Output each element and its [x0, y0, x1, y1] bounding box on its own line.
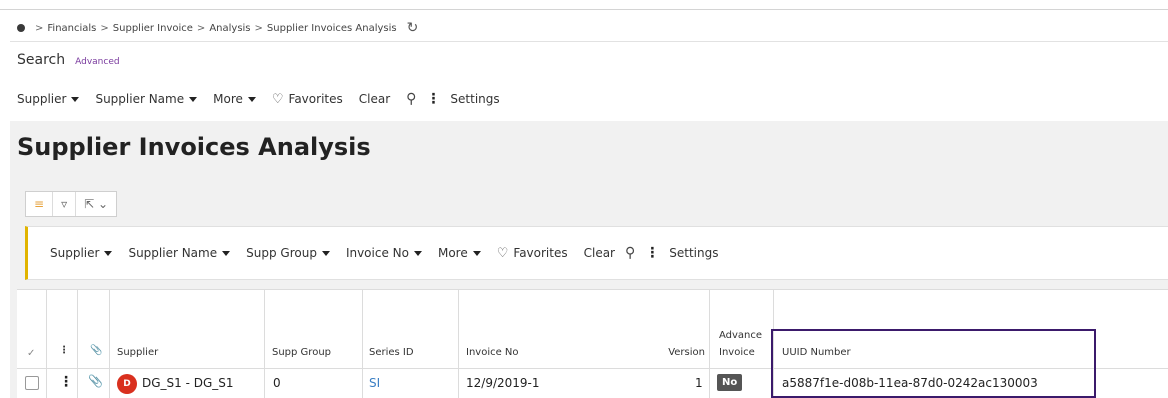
breadcrumb-item-financials[interactable]: Financials [47, 23, 96, 34]
table-filter-supplier-name-label: Supplier Name [128, 246, 218, 260]
table-filter-more-label: More [437, 246, 468, 260]
clear-button[interactable]: Clear [359, 92, 390, 106]
table-filter-supplier-label: Supplier [50, 246, 100, 260]
caret-down-icon [222, 250, 231, 256]
search-title: Search [17, 52, 66, 68]
table-filter-invoice-no-label: Invoice No [345, 246, 409, 260]
refresh-icon[interactable]: ↻ [407, 20, 419, 36]
page-title: Supplier Invoices Analysis [17, 133, 371, 161]
list-view-icon[interactable]: ≡ [26, 192, 54, 216]
search-icon[interactable]: ⚲ [406, 91, 416, 107]
filter-supplier-name[interactable]: Supplier Name [95, 92, 198, 106]
heart-icon: ♡ [496, 245, 509, 261]
breadcrumb: > Financials > Supplier Invoice > Analys… [17, 18, 418, 38]
avatar: D [117, 374, 137, 394]
header-advance-invoice-line2[interactable]: Invoice [719, 347, 755, 358]
heart-icon: ♡ [271, 91, 284, 107]
favorites-button[interactable]: ♡ Favorites [272, 92, 343, 107]
cell-series-id-link[interactable]: SI [369, 376, 380, 390]
breadcrumb-separator: > [100, 22, 109, 34]
caret-down-icon [71, 96, 80, 102]
filter-more[interactable]: More [213, 92, 256, 106]
header-supplier[interactable]: Supplier [117, 347, 158, 358]
settings-button[interactable]: Settings [450, 92, 499, 106]
breadcrumb-item-current: Supplier Invoices Analysis [266, 22, 397, 34]
breadcrumb-separator: > [254, 22, 263, 34]
divider [10, 41, 1168, 42]
select-all-check-icon[interactable]: ✓ [27, 348, 35, 359]
row-attachment-icon[interactable]: 📎 [88, 374, 103, 388]
status-badge: No [717, 374, 743, 391]
header-series-id[interactable]: Series ID [369, 347, 414, 358]
search-filter-bar: Supplier Supplier Name More ♡ Favorites C… [17, 89, 516, 109]
caret-down-icon [413, 250, 422, 256]
caret-down-icon [247, 96, 256, 102]
cell-version: 1 [695, 376, 703, 390]
cell-invoice-no: 12/9/2019-1 [466, 376, 540, 390]
caret-down-icon [472, 250, 481, 256]
breadcrumb-item-supplier-invoice[interactable]: Supplier Invoice [113, 23, 193, 34]
table-toolbar: ≡ ▿ ⇱ ⌄ [25, 191, 118, 217]
header-version[interactable]: Version [657, 347, 705, 358]
advanced-search-link[interactable]: Advanced [75, 57, 119, 67]
kebab-menu-icon[interactable]: ⋮ [426, 91, 440, 107]
header-advance-invoice-line1[interactable]: Advance [719, 330, 762, 341]
favorites-label: Favorites [288, 92, 343, 106]
filter-more-label: More [213, 92, 243, 106]
table-favorites-button[interactable]: ♡ Favorites [497, 246, 568, 261]
attachment-icon: 📎 [90, 345, 103, 356]
export-icon[interactable]: ⇱ ⌄ [76, 192, 116, 216]
row-checkbox[interactable] [25, 376, 39, 390]
filter-supplier-name-label: Supplier Name [95, 92, 185, 106]
cell-supp-group: 0 [273, 376, 281, 390]
table-filter-supplier-name[interactable]: Supplier Name [128, 246, 231, 260]
uuid-highlight-box [771, 329, 1096, 398]
table-clear-button[interactable]: Clear [584, 246, 615, 260]
row-kebab-icon[interactable]: ⋮ [59, 374, 73, 390]
filter-supplier-label: Supplier [17, 92, 67, 106]
cell-supplier[interactable]: DG_S1 - DG_S1 [142, 376, 234, 390]
breadcrumb-separator: > [196, 22, 206, 34]
header-invoice-no[interactable]: Invoice No [466, 347, 519, 358]
table-filter-supp-group[interactable]: Supp Group [246, 246, 330, 260]
table-filter-bar: Supplier Supplier Name Supp Group Invoic… [50, 243, 734, 263]
table-favorites-label: Favorites [513, 246, 568, 260]
top-border [0, 9, 1168, 10]
kebab-menu-icon[interactable]: ⋮ [645, 245, 659, 261]
table-filter-invoice-no[interactable]: Invoice No [346, 246, 422, 260]
search-icon[interactable]: ⚲ [625, 245, 635, 261]
caret-down-icon [189, 96, 198, 102]
caret-down-icon [104, 250, 113, 256]
table-settings-button[interactable]: Settings [669, 246, 718, 260]
table-filter-supplier[interactable]: Supplier [50, 246, 113, 260]
table-filter-panel: Supplier Supplier Name Supp Group Invoic… [25, 226, 1168, 280]
breadcrumb-separator: > [35, 22, 44, 34]
caret-down-icon [321, 250, 330, 256]
search-header: Search Advanced [17, 52, 120, 68]
filter-supplier[interactable]: Supplier [17, 92, 80, 106]
table-filter-supp-group-label: Supp Group [246, 246, 317, 260]
table-filter-more[interactable]: More [438, 246, 481, 260]
home-dot-icon[interactable] [17, 24, 25, 32]
header-kebab-icon[interactable]: ⋮ [59, 345, 69, 356]
header-supp-group[interactable]: Supp Group [272, 347, 331, 358]
filter-funnel-icon[interactable]: ▿ [53, 192, 77, 216]
breadcrumb-item-analysis[interactable]: Analysis [209, 23, 250, 34]
